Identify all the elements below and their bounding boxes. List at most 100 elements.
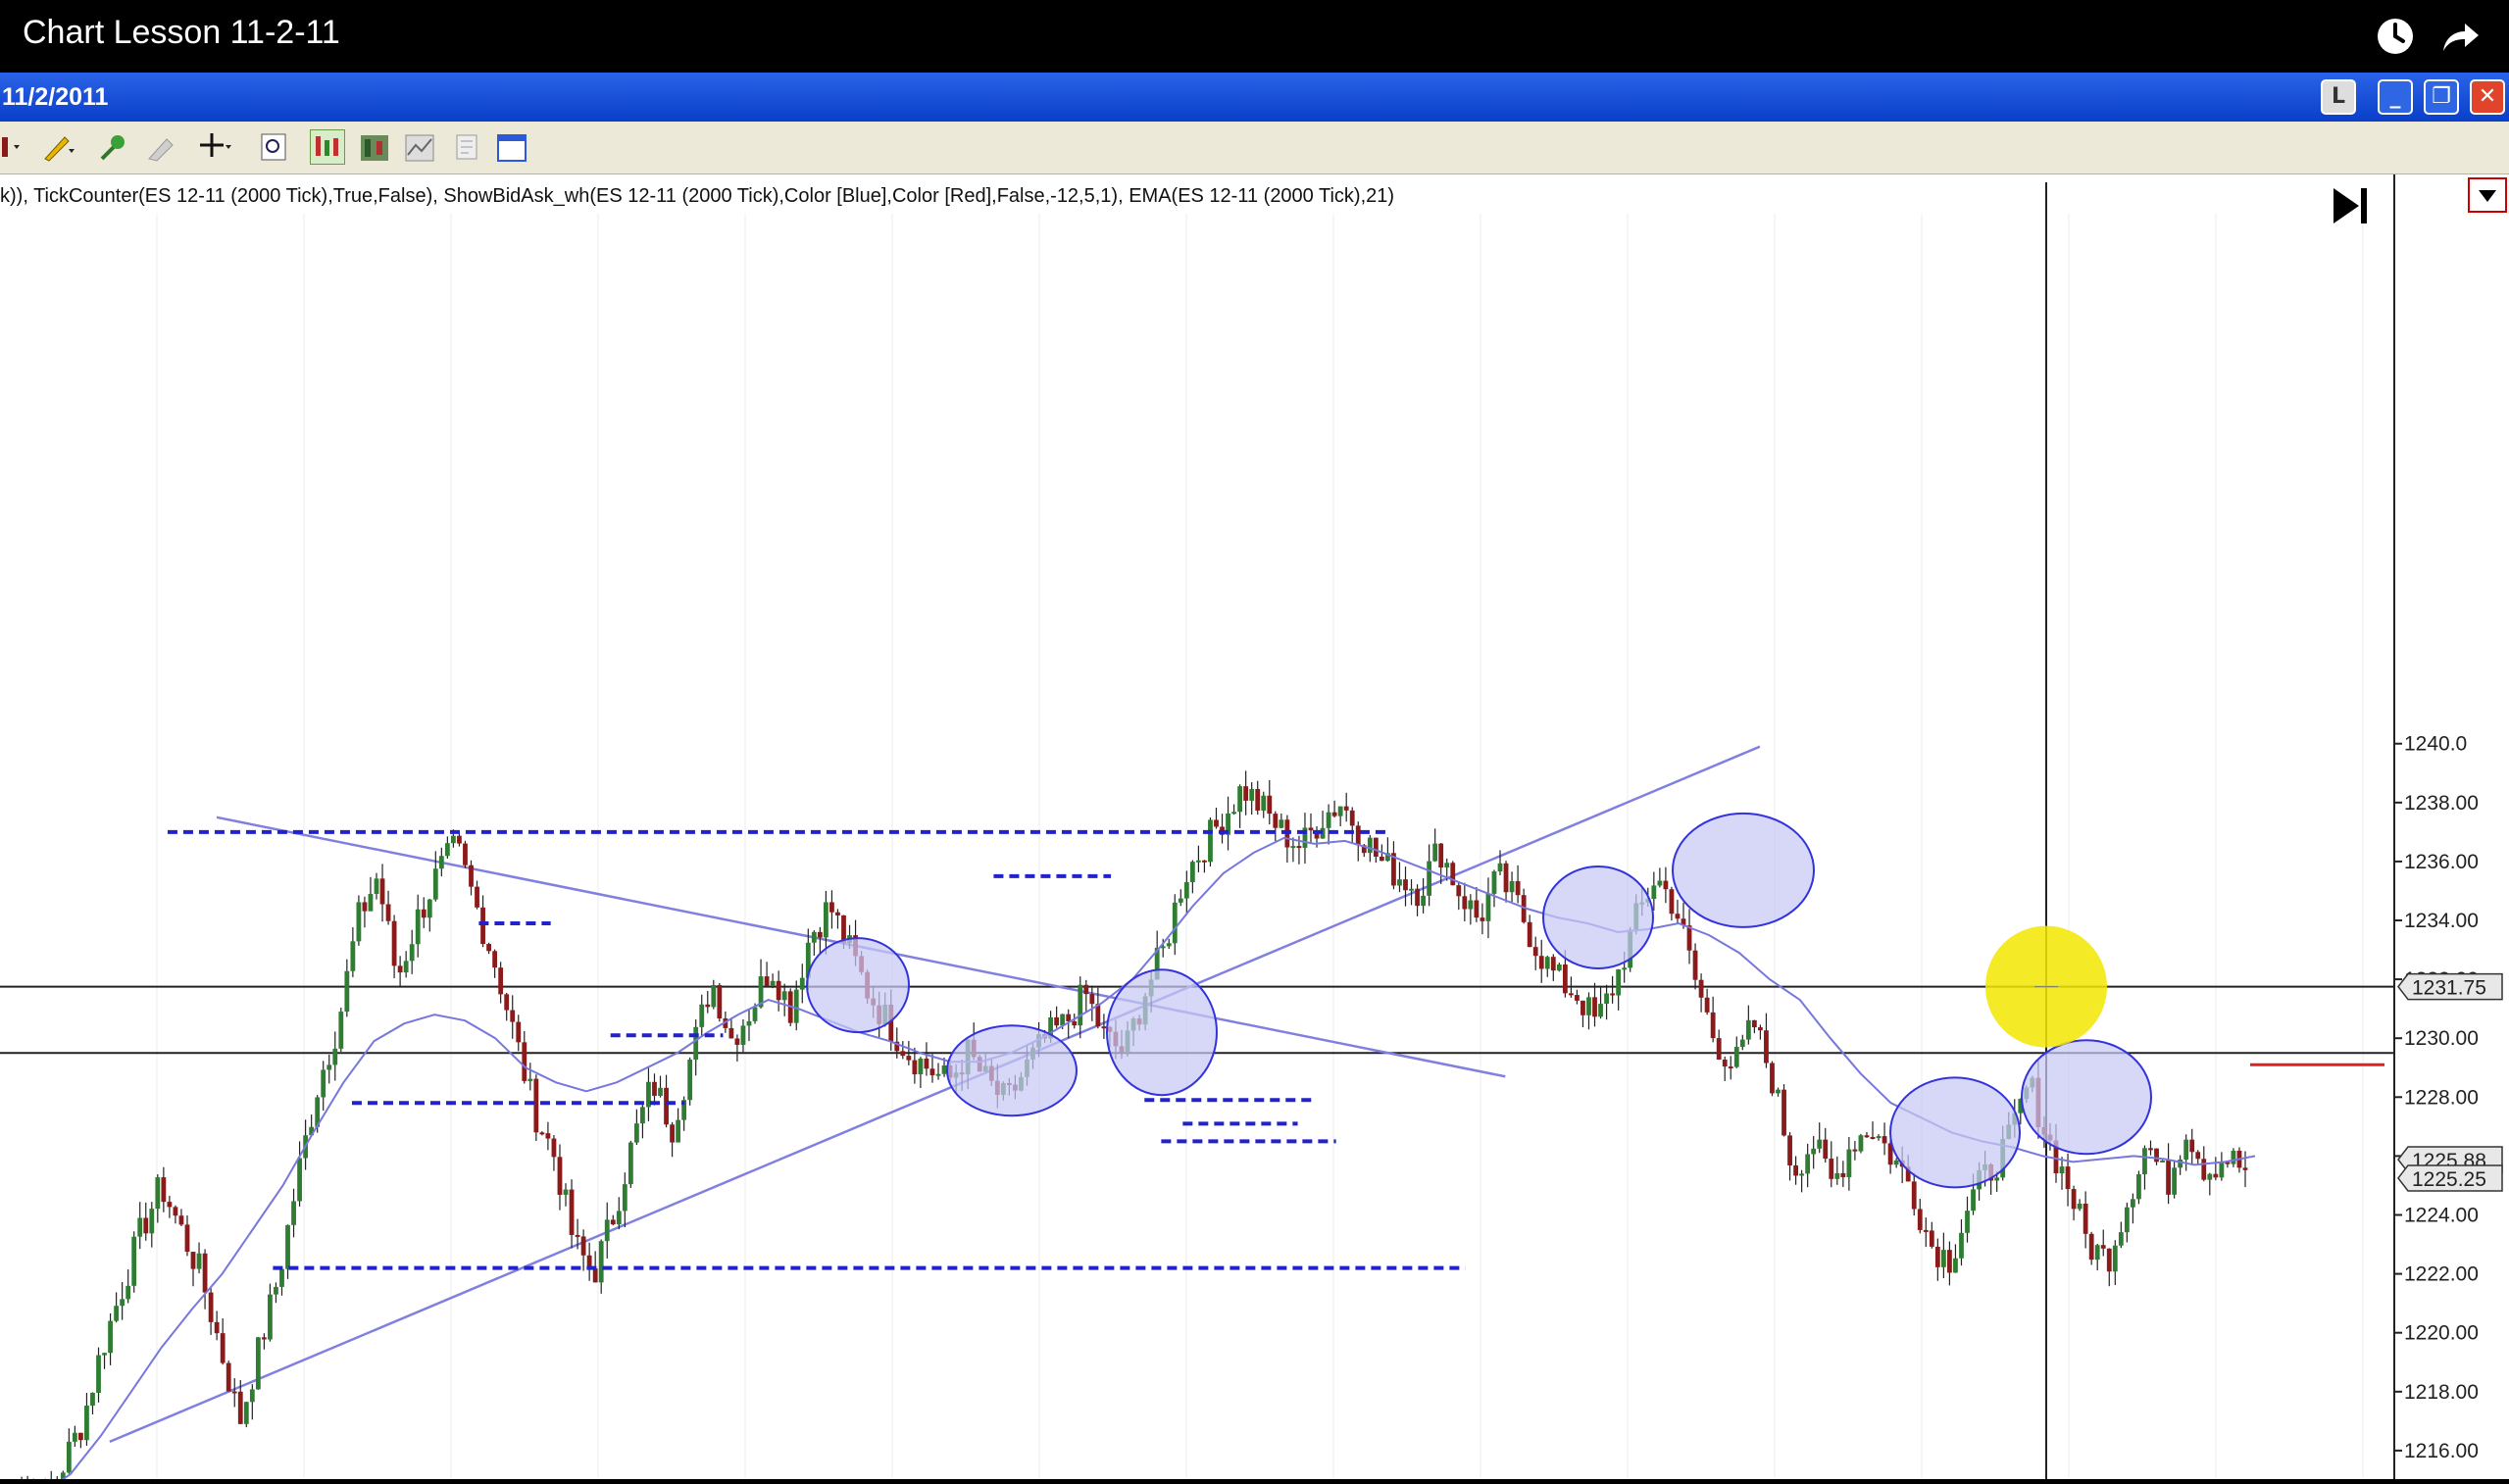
- candle-body: [776, 980, 781, 1001]
- chart-style-icon[interactable]: [0, 129, 35, 165]
- price-marker: 1231.75: [2397, 972, 2503, 1001]
- candle-body: [190, 1252, 196, 1269]
- candle-body: [214, 1321, 220, 1334]
- candle-body: [1834, 1172, 1840, 1179]
- candle-body: [274, 1286, 278, 1295]
- candle-body: [1776, 1089, 1781, 1094]
- candle-body: [522, 1042, 527, 1081]
- crosshair-icon[interactable]: [196, 129, 231, 165]
- candle-body: [687, 1060, 693, 1101]
- candle-body: [432, 868, 438, 900]
- properties-icon[interactable]: [449, 129, 484, 165]
- indicator-icon[interactable]: [402, 129, 437, 165]
- candle-body: [1337, 806, 1343, 816]
- video-header: Chart Lesson 11-2-11: [0, 0, 2509, 73]
- candle-body: [356, 902, 362, 942]
- candle-body: [1840, 1172, 1846, 1177]
- candle-body: [480, 907, 485, 945]
- candle-body: [167, 1202, 173, 1208]
- restore-button[interactable]: ❐: [2424, 79, 2459, 115]
- scroll-end-icon[interactable]: [2333, 188, 2367, 223]
- candle-body: [1733, 1047, 1739, 1067]
- window-title-bar: 11/2/2011 L _ ❐ ✕: [0, 73, 2509, 122]
- candle-body: [1326, 812, 1331, 828]
- tick-label: 1236.00: [2404, 851, 2479, 873]
- candle-body: [1066, 1014, 1072, 1022]
- candle-body: [1480, 917, 1485, 921]
- candle-body: [1397, 879, 1402, 886]
- candle-body: [409, 944, 415, 962]
- strategy-icon[interactable]: [357, 129, 392, 165]
- share-icon[interactable]: [2435, 12, 2484, 61]
- data-box-icon[interactable]: [494, 129, 529, 165]
- candle-body: [929, 1068, 935, 1076]
- drawing-pencil-icon[interactable]: [39, 129, 75, 165]
- candle-body: [184, 1224, 190, 1253]
- candle-body: [1054, 1016, 1060, 1026]
- minimize-button[interactable]: _: [2378, 79, 2413, 115]
- candle-body: [1403, 879, 1408, 891]
- candle-body: [1243, 786, 1249, 801]
- candle-body: [1651, 885, 1657, 900]
- pin-icon[interactable]: [94, 129, 129, 165]
- candlestick-chart[interactable]: 1240.01238.001236.001234.001232.001230.0…: [0, 174, 2509, 1484]
- candle-body: [1852, 1149, 1858, 1152]
- candle-body: [1704, 997, 1710, 1013]
- window-title: 11/2/2011: [2, 83, 109, 111]
- candle-body: [1544, 957, 1550, 969]
- candle-body: [2106, 1248, 2112, 1272]
- candle-body: [1947, 1250, 1952, 1273]
- candle-body: [114, 1306, 120, 1321]
- candle-body: [1515, 880, 1521, 896]
- candle-body: [2100, 1245, 2106, 1249]
- candle-body: [1864, 1135, 1870, 1138]
- candle-body: [255, 1337, 261, 1390]
- candle-body: [1657, 880, 1663, 886]
- candle-body: [1214, 819, 1219, 827]
- candle-body: [516, 1021, 522, 1043]
- candle-body: [84, 1406, 89, 1441]
- candle-body: [2183, 1139, 2189, 1160]
- candle-body: [243, 1402, 249, 1424]
- candle-body: [2213, 1173, 2219, 1178]
- candle-body: [1060, 1014, 1066, 1026]
- candle-body: [1497, 863, 1503, 872]
- candle-body: [1751, 1019, 1757, 1028]
- annotation-circle: [1542, 865, 1654, 969]
- clock-icon[interactable]: [2371, 12, 2420, 61]
- chart-toolbar: [0, 122, 2509, 174]
- chart-trader-icon[interactable]: [310, 129, 345, 165]
- candle-body: [1829, 1159, 1834, 1179]
- candle-body: [1355, 825, 1361, 846]
- close-button[interactable]: ✕: [2470, 79, 2505, 115]
- tick-label: 1218.00: [2404, 1381, 2479, 1404]
- candle-body: [527, 1078, 533, 1081]
- candle-body: [1415, 888, 1420, 907]
- candle-body: [592, 1268, 598, 1283]
- candle-body: [1438, 843, 1444, 868]
- candle-body: [1072, 1021, 1078, 1026]
- zoom-icon[interactable]: [257, 129, 292, 165]
- candle-body: [427, 899, 432, 918]
- candle-body: [1172, 902, 1178, 944]
- candle-body: [178, 1215, 184, 1225]
- link-button[interactable]: L: [2321, 79, 2356, 115]
- annotation-circle: [1672, 812, 1815, 928]
- candle-body: [2242, 1167, 2248, 1170]
- candle-body: [1722, 1059, 1728, 1067]
- chart-panel[interactable]: 1240.01238.001236.001234.001232.001230.0…: [0, 174, 2509, 1484]
- candle-body: [1373, 837, 1379, 857]
- candle-body: [438, 856, 444, 869]
- candle-body: [374, 878, 379, 894]
- candle-body: [811, 931, 817, 943]
- candle-body: [1568, 993, 1574, 996]
- candle-body: [72, 1432, 77, 1442]
- candle-body: [1279, 819, 1284, 828]
- candle-body: [1562, 964, 1568, 994]
- candle-body: [297, 1158, 302, 1202]
- candle-body: [1409, 888, 1414, 891]
- candle-body: [1527, 921, 1532, 948]
- candle-body: [728, 1027, 734, 1039]
- axis-dropdown-icon[interactable]: [2468, 177, 2507, 213]
- eraser-icon[interactable]: [143, 129, 178, 165]
